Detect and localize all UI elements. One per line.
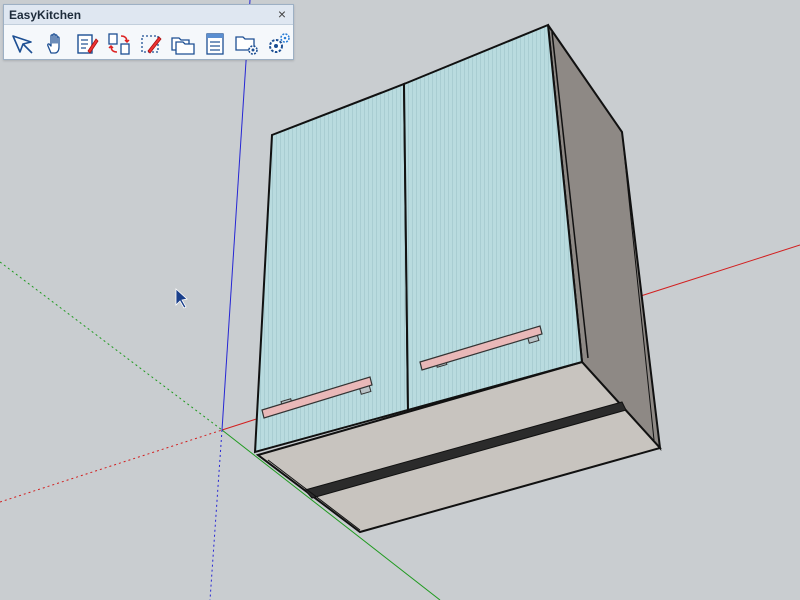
folder-settings-icon <box>235 36 258 55</box>
settings-gears-icon <box>269 33 290 53</box>
open-folders-button[interactable] <box>167 29 199 59</box>
list-table-button[interactable] <box>199 29 231 59</box>
swap-components-button[interactable] <box>103 29 135 59</box>
folder-settings-button[interactable] <box>231 29 263 59</box>
pan-hand-button[interactable] <box>39 29 71 59</box>
edit-selection-button[interactable] <box>135 29 167 59</box>
swap-components-icon <box>108 33 130 55</box>
toolbar-button-row <box>7 29 295 59</box>
blue-axis-dotted <box>209 429 223 600</box>
edit-document-icon <box>77 34 99 54</box>
blue-axis <box>221 0 251 431</box>
mouse-cursor-icon <box>175 288 188 309</box>
select-tool-button[interactable] <box>7 29 39 59</box>
settings-gears-button[interactable] <box>263 29 295 59</box>
list-table-icon <box>206 33 224 55</box>
edit-selection-icon <box>141 35 162 54</box>
edit-document-button[interactable] <box>71 29 103 59</box>
green-axis-dotted <box>0 261 223 431</box>
select-tool-icon <box>12 35 33 54</box>
close-icon[interactable]: × <box>275 6 289 22</box>
model-viewport[interactable] <box>0 0 800 600</box>
toolbar-title: EasyKitchen <box>9 8 82 22</box>
pan-hand-icon <box>47 33 60 54</box>
open-folders-icon <box>171 37 195 55</box>
easykitchen-toolbar: EasyKitchen × <box>3 4 294 60</box>
toolbar-titlebar[interactable]: EasyKitchen × <box>4 5 293 25</box>
red-axis-dotted <box>0 429 223 503</box>
